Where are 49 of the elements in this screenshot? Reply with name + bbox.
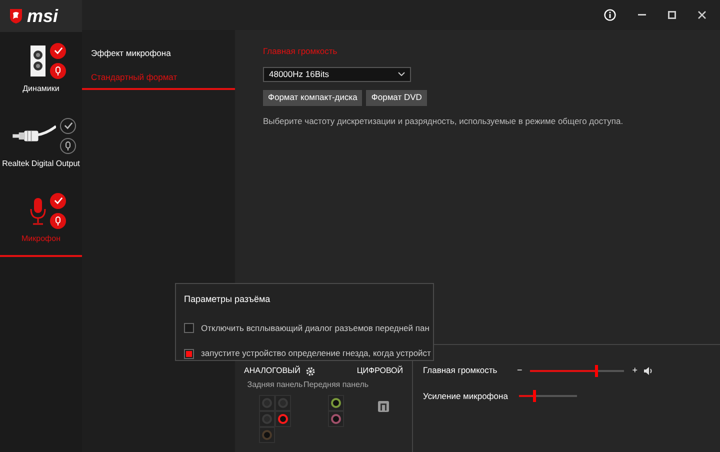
speaker-icon (30, 44, 46, 76)
digital-port-icon[interactable] (378, 401, 389, 412)
description-text: Выберите частоту дискретизации и разрядность, используемые в режиме общего доступа. (263, 114, 624, 128)
default-communication-badge[interactable] (50, 212, 66, 228)
digital-label: ЦИФРОВОЙ (356, 365, 403, 377)
jack-port[interactable] (331, 414, 341, 424)
slider[interactable] (528, 364, 626, 377)
default-device-badge[interactable] (60, 118, 76, 134)
front-panel-label: Передняя панель (303, 379, 369, 391)
level-label: Усиление микрофона (423, 390, 507, 402)
option-label: запустите устройство определение гнезда, когда устройст (201, 347, 431, 360)
dialog-title: Параметры разъёма (184, 293, 272, 306)
device-item[interactable]: Realtek Digital Output (0, 107, 82, 182)
format-dropdown[interactable]: 48000Hz 16Bits (263, 66, 411, 82)
level-label: Главная громкость (423, 364, 498, 378)
checkbox[interactable] (184, 348, 194, 359)
plus-sign[interactable]: + (632, 364, 638, 378)
device-label: Realtek Digital Output (2, 158, 80, 170)
chevron-down-icon (398, 72, 405, 76)
default-communication-badge[interactable] (50, 62, 66, 78)
jack-port[interactable] (278, 414, 288, 424)
info-icon[interactable] (604, 9, 616, 21)
jack-port[interactable] (331, 398, 341, 408)
checkbox[interactable] (184, 322, 194, 333)
format-button[interactable]: Формат DVD (366, 90, 427, 106)
slider-thumb[interactable] (595, 364, 598, 377)
default-device-badge[interactable] (50, 192, 66, 208)
default-communication-badge[interactable] (60, 138, 76, 154)
slider-thumb[interactable] (532, 390, 536, 402)
option-label: Отключить всплывающий диалог разъемов передней пан (201, 322, 430, 334)
microphone-icon (30, 196, 46, 224)
device-label: Динамики (22, 82, 60, 94)
format-button[interactable]: Формат компакт-диска (263, 90, 362, 106)
section-heading: Главная громкость (263, 45, 338, 58)
rear-panel-label: Задняя панель (247, 379, 303, 391)
minus-sign[interactable]: − (517, 364, 522, 378)
gear-icon[interactable] (306, 366, 316, 376)
speaker-volume-icon[interactable] (644, 366, 654, 375)
close-icon[interactable] (698, 11, 706, 19)
device-item[interactable]: Динамики (0, 32, 82, 107)
dragon-shield-icon (9, 8, 23, 24)
tab[interactable]: Эффект микрофона (82, 42, 235, 66)
logo-text: msi (27, 7, 58, 25)
analog-label: АНАЛОГОВЫЙ (244, 365, 300, 377)
default-device-badge[interactable] (50, 42, 66, 58)
maximize-icon[interactable] (668, 11, 676, 19)
minimize-icon[interactable] (638, 14, 646, 16)
slider[interactable] (517, 390, 579, 402)
device-label: Микрофон (22, 232, 60, 244)
